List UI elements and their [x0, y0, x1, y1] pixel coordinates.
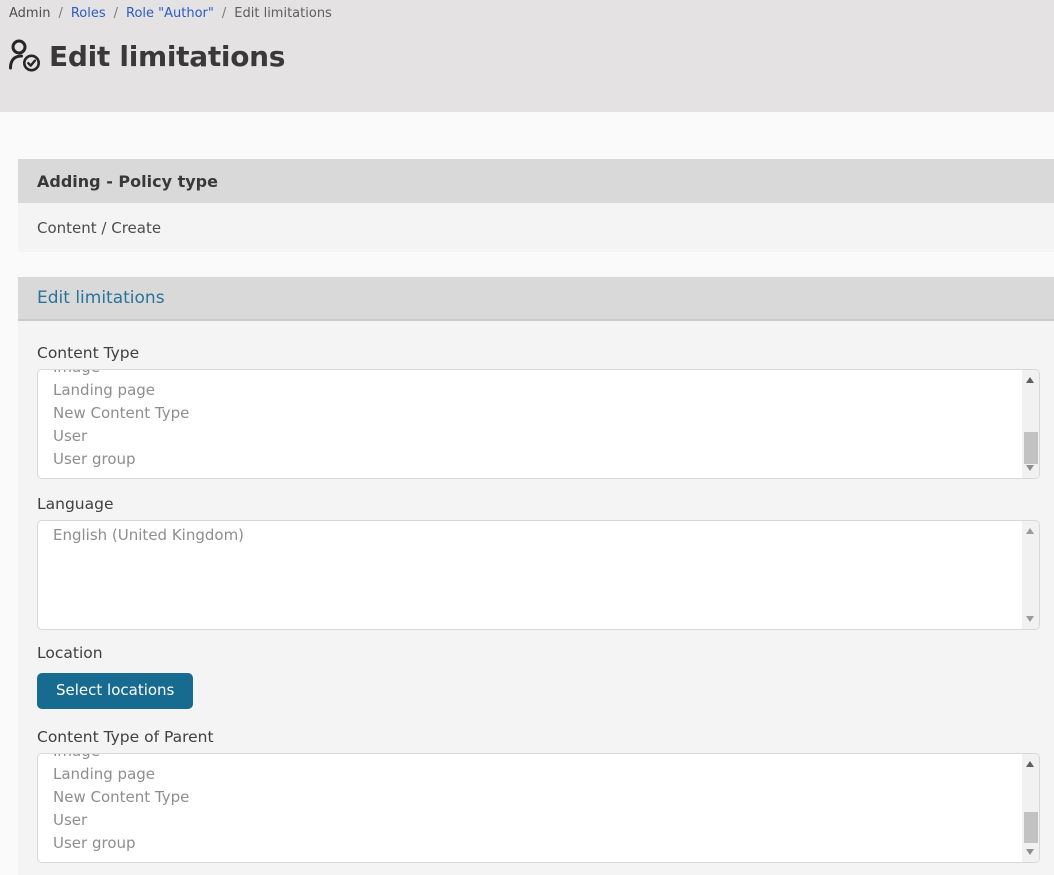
listbox-option[interactable]: Landing page: [53, 379, 1019, 402]
breadcrumb-item-edit-limitations: Edit limitations: [234, 6, 332, 21]
breadcrumb-item-roles[interactable]: Roles: [71, 6, 106, 21]
language-options: English (United Kingdom): [38, 521, 1039, 547]
content-type-of-parent-options: Image Landing page New Content Type User…: [38, 753, 1039, 855]
scrollbar-thumb[interactable]: [1024, 432, 1038, 464]
policy-type-value: Content / Create: [18, 203, 1054, 252]
scroll-up-arrow-icon[interactable]: [1026, 761, 1034, 767]
listbox-option[interactable]: User group: [53, 832, 1019, 855]
listbox-option[interactable]: English (United Kingdom): [53, 524, 1019, 547]
scrollbar[interactable]: [1022, 370, 1039, 478]
listbox-option[interactable]: User: [53, 425, 1019, 448]
breadcrumb: Admin / Roles / Role "Author" / Edit lim…: [0, 0, 1054, 21]
edit-limitations-section-title: Edit limitations: [37, 288, 165, 308]
page-header: Admin / Roles / Role "Author" / Edit lim…: [0, 0, 1054, 112]
user-check-icon: [7, 38, 43, 74]
page-title: Edit limitations: [49, 40, 285, 73]
location-label: Location: [37, 644, 1040, 662]
listbox-option[interactable]: Image: [53, 369, 1019, 379]
edit-limitations-section: Edit limitations Content Type Image Land…: [18, 277, 1054, 875]
policy-type-section-title: Adding - Policy type: [37, 172, 218, 191]
language-listbox[interactable]: English (United Kingdom): [37, 520, 1040, 630]
edit-limitations-section-header: Edit limitations: [18, 277, 1054, 321]
scroll-down-arrow-icon[interactable]: [1026, 465, 1034, 471]
content-type-label: Content Type: [37, 344, 1040, 362]
language-label: Language: [37, 495, 1040, 513]
listbox-option[interactable]: User group: [53, 448, 1019, 471]
scrollbar-thumb[interactable]: [1024, 812, 1038, 843]
listbox-option[interactable]: New Content Type: [53, 402, 1019, 425]
breadcrumb-item-admin[interactable]: Admin: [9, 6, 50, 21]
content-type-of-parent-listbox[interactable]: Image Landing page New Content Type User…: [37, 753, 1040, 863]
breadcrumb-separator: /: [222, 6, 226, 21]
scroll-down-arrow-icon[interactable]: [1026, 849, 1034, 855]
scrollbar[interactable]: [1022, 754, 1039, 862]
limitations-form: Content Type Image Landing page New Cont…: [18, 321, 1054, 875]
content-type-options: Image Landing page New Content Type User…: [38, 369, 1039, 471]
policy-type-section: Adding - Policy type Content / Create: [18, 159, 1054, 252]
scroll-down-arrow-icon[interactable]: [1026, 616, 1034, 622]
listbox-option[interactable]: Image: [53, 753, 1019, 763]
content-type-listbox[interactable]: Image Landing page New Content Type User…: [37, 369, 1040, 479]
scroll-up-arrow-icon[interactable]: [1026, 377, 1034, 383]
scrollbar[interactable]: [1022, 521, 1039, 629]
page-title-row: Edit limitations: [7, 38, 1054, 74]
breadcrumb-item-role-author[interactable]: Role "Author": [126, 6, 214, 21]
policy-type-section-header: Adding - Policy type: [18, 159, 1054, 203]
scroll-up-arrow-icon[interactable]: [1026, 528, 1034, 534]
listbox-option[interactable]: New Content Type: [53, 786, 1019, 809]
breadcrumb-separator: /: [114, 6, 118, 21]
select-locations-button[interactable]: Select locations: [37, 673, 193, 709]
breadcrumb-separator: /: [58, 6, 62, 21]
content-type-of-parent-label: Content Type of Parent: [37, 728, 1040, 746]
listbox-option[interactable]: Landing page: [53, 763, 1019, 786]
listbox-option[interactable]: User: [53, 809, 1019, 832]
